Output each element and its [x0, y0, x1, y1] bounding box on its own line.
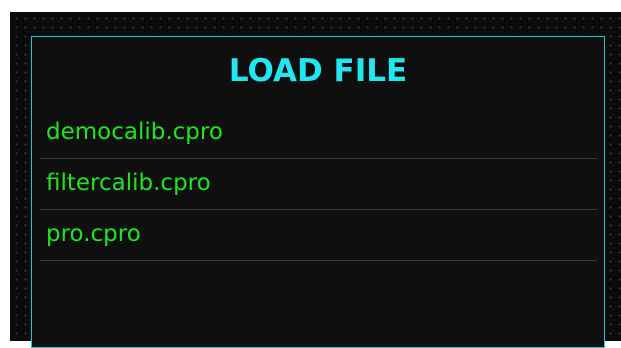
file-name: pro.cpro: [46, 221, 141, 247]
file-name: democalib.cpro: [46, 119, 223, 145]
dialog-title: LOAD FILE: [228, 53, 408, 89]
load-file-dialog: LOAD FILE democalib.cpro filtercalib.cpr…: [31, 36, 605, 348]
file-list-item[interactable]: democalib.cpro: [40, 108, 597, 159]
file-list-item[interactable]: filtercalib.cpro: [40, 159, 597, 210]
file-list-item[interactable]: pro.cpro: [40, 210, 597, 261]
file-name: filtercalib.cpro: [46, 170, 211, 196]
file-list: democalib.cpro filtercalib.cpro pro.cpro: [40, 108, 597, 261]
